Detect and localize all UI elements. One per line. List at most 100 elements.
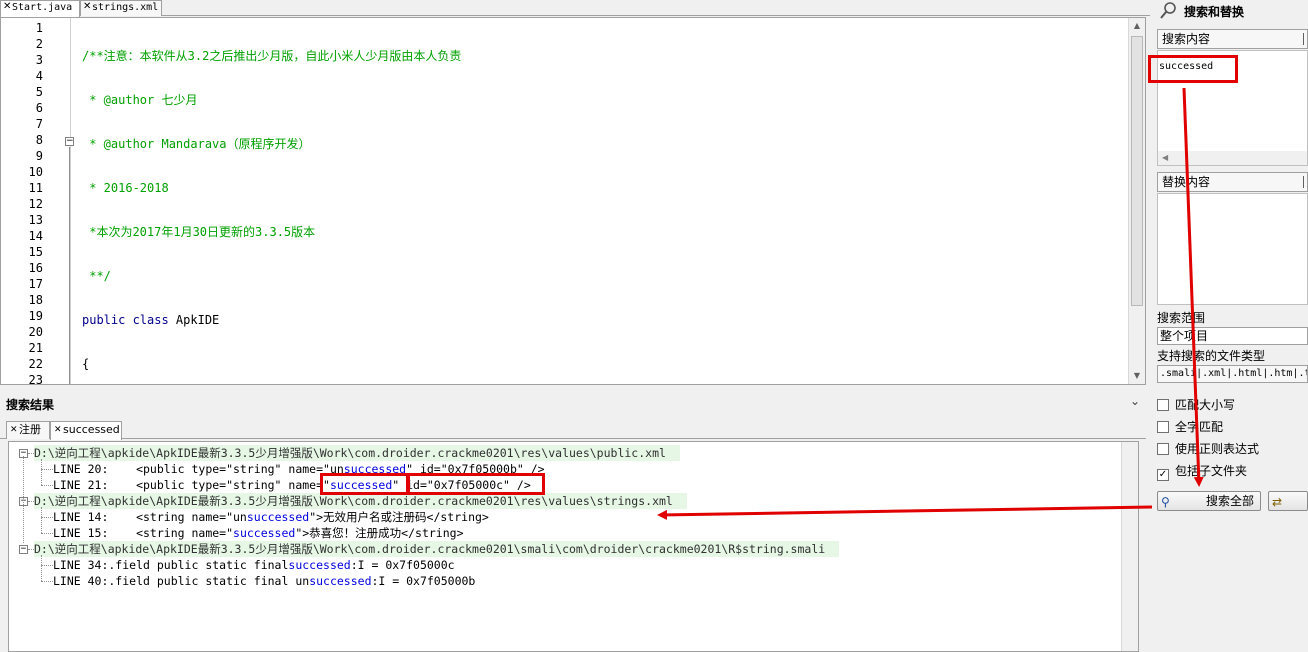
line-number: 20: [28, 325, 43, 339]
line-number: 14: [28, 229, 43, 243]
search-results-tree[interactable]: − D:\逆向工程\apkide\ApkIDE最新3.3.5少月增强版\Work\…: [8, 441, 1139, 652]
result-file-path[interactable]: D:\逆向工程\apkide\ApkIDE最新3.3.5少月增强版\Work\c…: [34, 445, 680, 461]
match-case-checkbox[interactable]: 匹配大小写: [1157, 397, 1235, 413]
scroll-down-icon[interactable]: ▼: [1129, 368, 1145, 384]
search-content-value: successed: [1159, 61, 1214, 72]
checkbox-box[interactable]: [1157, 399, 1169, 411]
tab-label: Start.java: [12, 2, 73, 13]
replace-content-input[interactable]: [1157, 193, 1308, 305]
result-line-suffix: ">无效用户名或注册码</string>: [309, 510, 489, 524]
comment-line: * 2016-2018: [82, 181, 169, 195]
line-number: 10: [28, 165, 43, 179]
code-text[interactable]: /**注意：本软件从3.2之后推出少月版，自此小米人少月版由本人负责 * @au…: [82, 20, 657, 384]
panel-collapse-icon[interactable]: ⌄: [1130, 394, 1140, 408]
apk-ide-window: ✕ Start.java ✕ strings.xml 1 2 3 4 5 6 7 8 9 10 11…: [0, 0, 1308, 652]
results-tab-register[interactable]: ✕ 注册: [6, 421, 50, 439]
code-editor[interactable]: 1 2 3 4 5 6 7 8 9 10 11 12 13 14 15 16 17 18 19 20 21 22 23 − …: [0, 17, 1146, 385]
result-line[interactable]: LINE 40:.field public static final unsuc…: [53, 573, 475, 589]
replace-icon: ⇄: [1272, 495, 1283, 509]
fold-collapse-icon[interactable]: −: [65, 137, 74, 146]
tab-label: 注册: [19, 423, 41, 436]
line-number: 16: [28, 261, 43, 275]
result-file-path[interactable]: D:\逆向工程\apkide\ApkIDE最新3.3.5少月增强版\Work\c…: [34, 541, 840, 557]
open-brace: {: [82, 357, 90, 371]
result-match: successed: [329, 478, 393, 492]
search-scope-select[interactable]: 整个项目: [1157, 327, 1308, 345]
result-line[interactable]: LINE 20: <public type="string" name="uns…: [53, 461, 545, 477]
tab-start-java[interactable]: ✕ Start.java: [0, 0, 80, 17]
replace-all-button[interactable]: ⇄: [1268, 491, 1308, 511]
checkbox-box[interactable]: [1157, 421, 1169, 433]
class-declaration: public class ApkIDE: [82, 312, 657, 328]
search-scope-label: 搜索范围: [1157, 311, 1206, 325]
checkbox-label: 使用正则表达式: [1175, 442, 1260, 456]
tab-label: strings.xml: [92, 2, 159, 13]
regex-checkbox[interactable]: 使用正则表达式: [1157, 441, 1259, 457]
line-number: 1: [35, 21, 43, 35]
line-number: 2: [35, 37, 43, 51]
tab-close-icon[interactable]: ✕: [83, 0, 91, 14]
result-line[interactable]: LINE 21: <public type="string" name="suc…: [53, 477, 531, 493]
scroll-thumb[interactable]: [1131, 36, 1143, 306]
whole-word-checkbox[interactable]: 全字匹配: [1157, 419, 1223, 435]
class-name: ApkIDE: [168, 313, 220, 327]
line-number: 5: [35, 85, 43, 99]
label-text: 替换内容: [1162, 175, 1211, 189]
result-match: successed: [343, 462, 407, 476]
tree-collapse-icon[interactable]: −: [19, 545, 28, 554]
search-all-button[interactable]: ⚲ 搜索全部: [1157, 491, 1261, 511]
search-replace-header: 搜索和替换: [1150, 0, 1308, 22]
result-line-suffix: ">恭喜您！注册成功</string>: [295, 526, 464, 540]
tab-close-icon[interactable]: ✕: [3, 0, 11, 14]
line-number: 6: [35, 101, 43, 115]
result-line[interactable]: LINE 14: <string name="unsuccessed">无效用户…: [53, 509, 489, 525]
result-file-path[interactable]: D:\逆向工程\apkide\ApkIDE最新3.3.5少月增强版\Work\c…: [34, 493, 687, 509]
search-icon: [1160, 2, 1176, 19]
search-content-label: 搜索内容: [1157, 29, 1308, 49]
line-number: 7: [35, 117, 43, 131]
panel-splitter[interactable]: [0, 385, 1150, 393]
line-numbers: 1 2 3 4 5 6 7 8 9 10 11 12 13 14 15 16 17 18 19 20 21 22 23: [1, 20, 43, 385]
result-line-prefix: LINE 15: <string name=": [53, 526, 234, 540]
comment-line: * @author Mandarava（原程序开发）: [82, 137, 311, 151]
editor-vertical-scrollbar[interactable]: ▲ ▼: [1128, 18, 1145, 384]
search-results-title: 搜索结果: [6, 398, 55, 412]
result-line-prefix: LINE 20: <public type="string" name="un: [53, 462, 344, 476]
result-line[interactable]: LINE 15: <string name="successed">恭喜您！注册…: [53, 525, 464, 541]
line-number: 21: [28, 341, 43, 355]
results-vertical-scrollbar[interactable]: [1121, 442, 1138, 651]
result-line[interactable]: LINE 34:.field public static finalsucces…: [53, 557, 455, 573]
line-number: 15: [28, 245, 43, 259]
result-line-prefix: LINE 40:.field public static final un: [53, 574, 310, 588]
result-line-prefix: LINE 14: <string name="un: [53, 510, 247, 524]
tab-close-icon[interactable]: ✕: [54, 422, 62, 438]
line-number: 12: [28, 197, 43, 211]
line-number: 11: [28, 181, 43, 195]
scroll-up-icon[interactable]: ▲: [1129, 18, 1145, 34]
editor-tab-bar: ✕ Start.java ✕ strings.xml: [0, 0, 1150, 17]
result-line-suffix: " id="0x7f05000c" />: [392, 478, 531, 492]
result-match: successed: [309, 574, 372, 588]
line-number: 19: [28, 309, 43, 323]
h-scroll-left-icon[interactable]: ◀: [1158, 151, 1307, 165]
result-line-suffix: :I = 0x7f05000b: [371, 574, 476, 588]
checkbox-box[interactable]: [1157, 443, 1169, 455]
result-line-suffix: :I = 0x7f05000c: [350, 558, 455, 572]
results-tab-successed[interactable]: ✕ successed: [50, 421, 122, 440]
checkbox-box[interactable]: ✓: [1157, 469, 1169, 481]
comment-line: **/: [82, 269, 111, 283]
checkbox-label: 全字匹配: [1175, 420, 1224, 434]
binoculars-icon: ⚲: [1161, 495, 1170, 509]
line-number-gutter: 1 2 3 4 5 6 7 8 9 10 11 12 13 14 15 16 17 18 19 20 21 22 23: [1, 18, 71, 384]
include-subfolders-checkbox[interactable]: ✓ 包括子文件夹: [1157, 463, 1247, 481]
line-number: 18: [28, 293, 43, 307]
file-types-select[interactable]: .smali|.xml|.html|.htm|.t: [1157, 365, 1308, 383]
tab-strings-xml[interactable]: ✕ strings.xml: [80, 0, 162, 16]
tab-close-icon[interactable]: ✕: [10, 422, 18, 438]
line-number: 23: [28, 373, 43, 385]
comment-line: * @author 七少月: [82, 93, 198, 107]
tab-label: successed: [63, 423, 120, 436]
button-label: 搜索全部: [1206, 494, 1255, 508]
line-number: 4: [35, 69, 43, 83]
results-tab-bar: ✕ 注册 ✕ successed: [0, 419, 1146, 440]
